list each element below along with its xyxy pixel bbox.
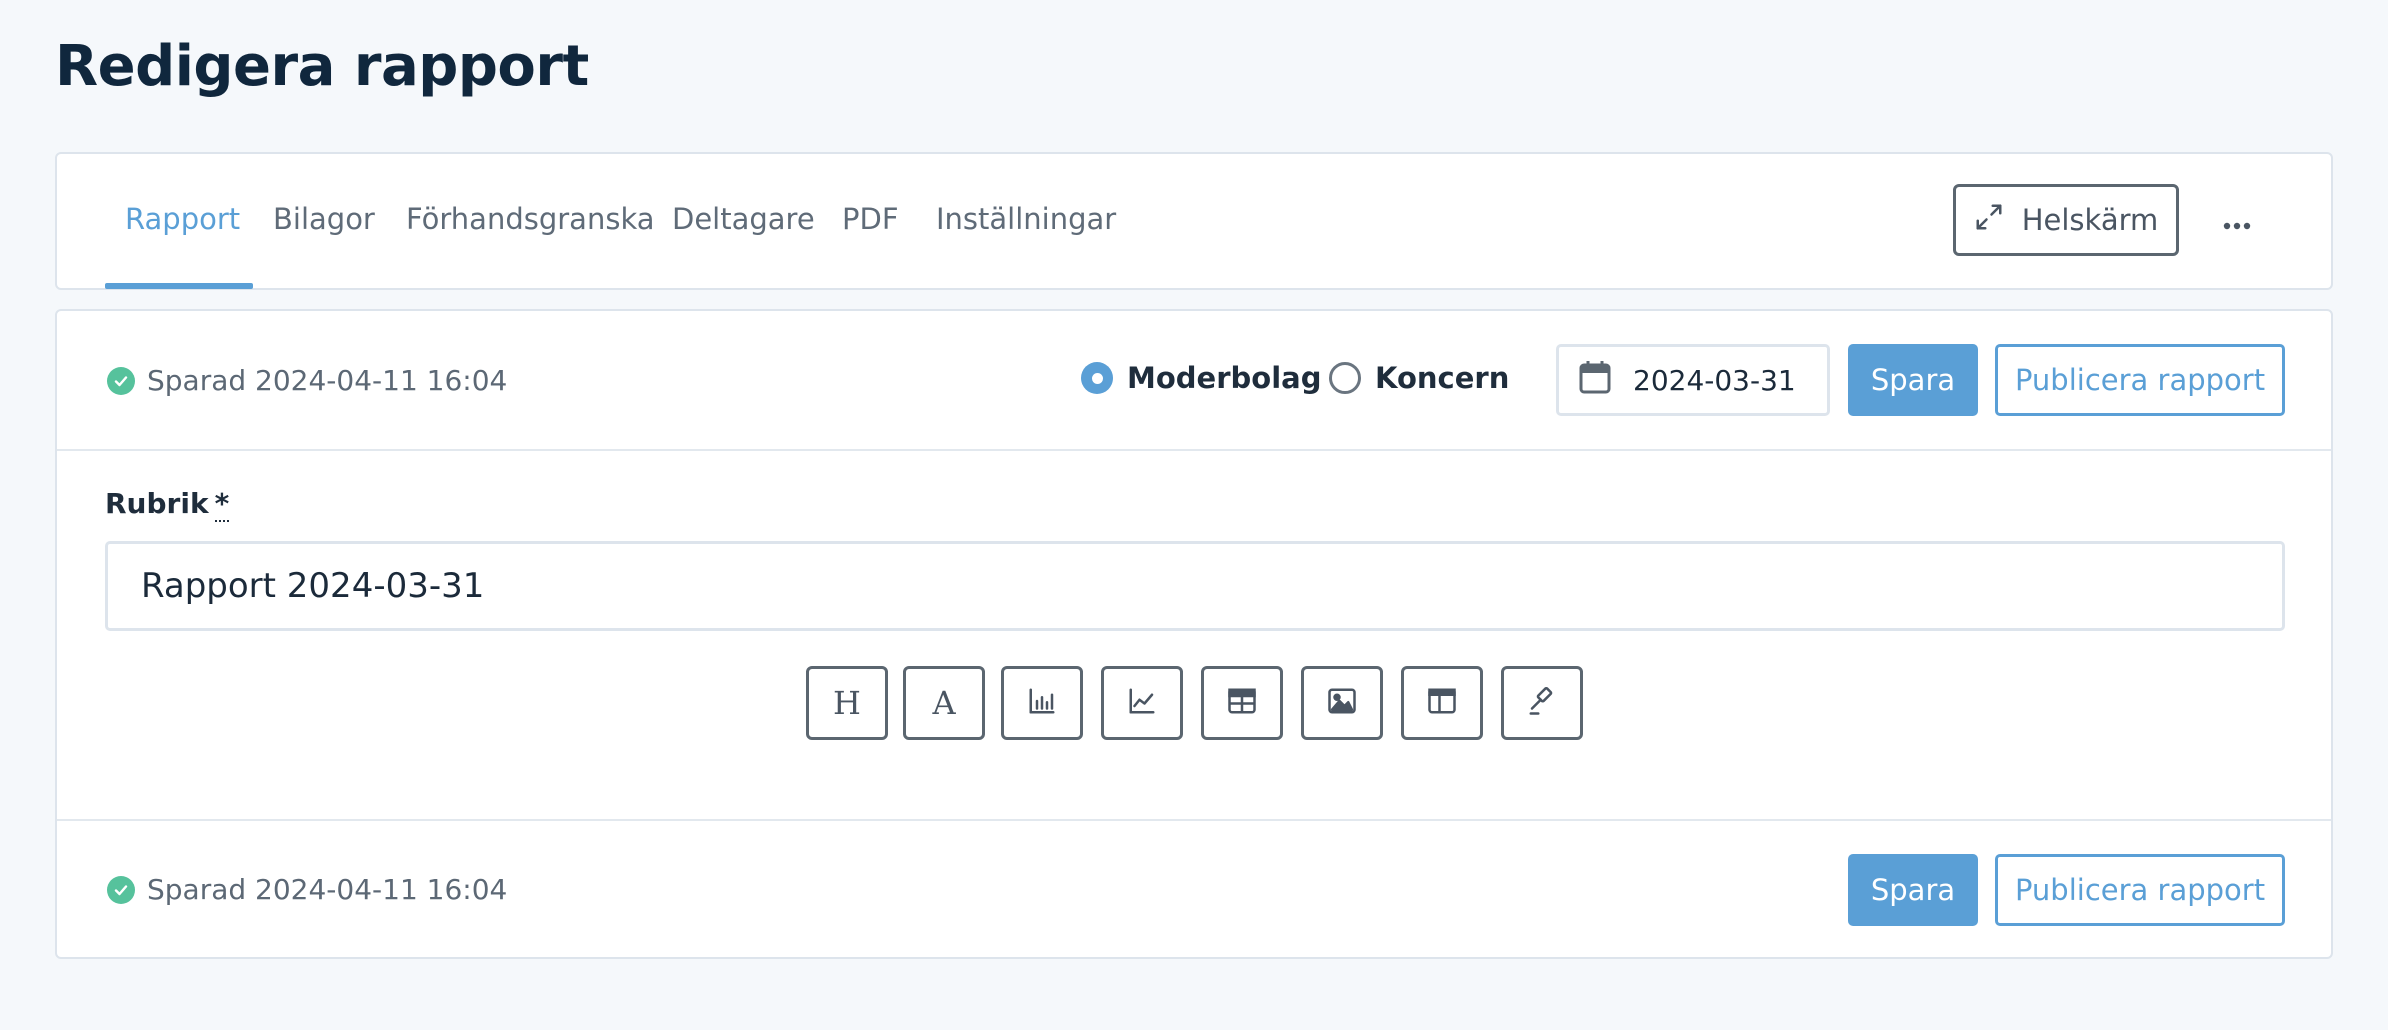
- image-icon: [1327, 687, 1357, 719]
- text-button[interactable]: A: [903, 666, 985, 740]
- fullscreen-label: Helskärm: [2021, 203, 2159, 237]
- title-label: Rubrik *: [105, 487, 230, 522]
- publish-report-button[interactable]: Publicera rapport: [1995, 344, 2285, 416]
- date-value: 2024-03-31: [1633, 363, 1796, 397]
- layout-icon: [1427, 687, 1457, 719]
- table-button[interactable]: [1201, 666, 1283, 740]
- check-circle-icon: [107, 875, 135, 904]
- saved-status-bottom: Sparad 2024-04-11 16:04: [107, 873, 507, 906]
- tab-bar: Rapport Bilagor Förhandsgranska Deltagar…: [55, 152, 2333, 290]
- bar-chart-icon: [1027, 686, 1057, 720]
- fullscreen-button[interactable]: Helskärm: [1953, 184, 2179, 256]
- radio-button-unchecked[interactable]: [1329, 362, 1361, 394]
- table-icon: [1227, 687, 1257, 719]
- tab-rapport[interactable]: Rapport: [125, 202, 240, 236]
- more-options-button[interactable]: [2207, 192, 2267, 248]
- save-button[interactable]: Spara: [1848, 344, 1978, 416]
- line-chart-button[interactable]: [1101, 666, 1183, 740]
- ellipsis-icon: [2223, 203, 2251, 238]
- divider: [57, 449, 2331, 451]
- radio-button-checked[interactable]: [1081, 362, 1113, 394]
- heading-icon: H: [833, 684, 861, 722]
- title-input[interactable]: [105, 541, 2285, 631]
- required-marker: *: [214, 487, 230, 522]
- date-input[interactable]: 2024-03-31: [1556, 344, 1830, 416]
- active-tab-indicator: [105, 283, 253, 289]
- gavel-button[interactable]: [1501, 666, 1583, 740]
- publish-report-button-bottom[interactable]: Publicera rapport: [1995, 854, 2285, 926]
- gavel-icon: [1527, 686, 1557, 720]
- radio-koncern[interactable]: Koncern: [1329, 361, 1509, 395]
- saved-status: Sparad 2024-04-11 16:04: [107, 364, 507, 397]
- expand-icon: [1974, 202, 2004, 239]
- tab-forhandsgranska[interactable]: Förhandsgranska: [406, 202, 655, 236]
- saved-text: Sparad 2024-04-11 16:04: [147, 364, 508, 397]
- save-button-bottom[interactable]: Spara: [1848, 854, 1978, 926]
- title-label-text: Rubrik: [105, 487, 209, 520]
- text-icon: A: [932, 684, 956, 722]
- tab-bilagor[interactable]: Bilagor: [273, 202, 375, 236]
- radio-moderbolag[interactable]: Moderbolag: [1081, 361, 1321, 395]
- tab-pdf[interactable]: PDF: [842, 202, 899, 236]
- saved-text: Sparad 2024-04-11 16:04: [147, 873, 508, 906]
- heading-button[interactable]: H: [806, 666, 888, 740]
- line-chart-icon: [1127, 686, 1157, 720]
- layout-button[interactable]: [1401, 666, 1483, 740]
- report-editor: Sparad 2024-04-11 16:04 Moderbolag Konce…: [55, 309, 2333, 959]
- check-circle-icon: [107, 366, 135, 395]
- tab-installningar[interactable]: Inställningar: [936, 202, 1116, 236]
- image-button[interactable]: [1301, 666, 1383, 740]
- calendar-icon: [1579, 360, 1611, 401]
- page-title: Redigera rapport: [55, 34, 589, 99]
- radio-label: Moderbolag: [1127, 361, 1322, 395]
- tab-deltagare[interactable]: Deltagare: [672, 202, 815, 236]
- bar-chart-button[interactable]: [1001, 666, 1083, 740]
- radio-label: Koncern: [1375, 361, 1510, 395]
- divider: [57, 819, 2331, 821]
